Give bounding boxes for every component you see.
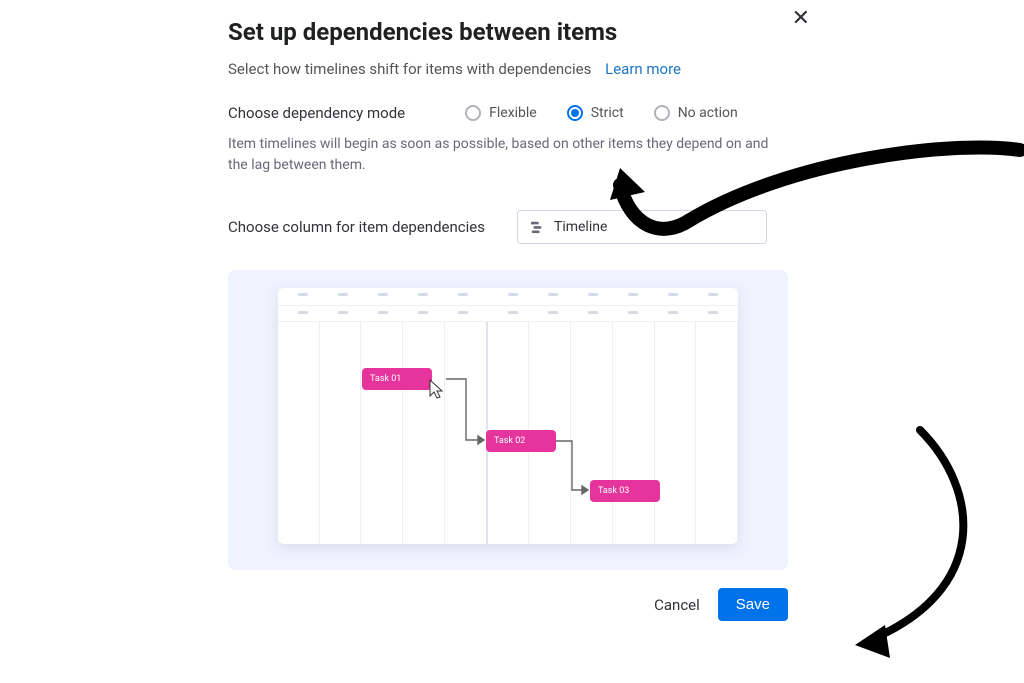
gantt-preview: Task 01 Task 02 Task 03: [278, 288, 738, 544]
task-bar-2: Task 02: [486, 430, 556, 452]
preview-panel: Task 01 Task 02 Task 03: [228, 270, 788, 570]
mode-label: Choose dependency mode: [228, 104, 405, 122]
radio-label: Strict: [591, 105, 624, 121]
close-button[interactable]: ✕: [792, 6, 810, 31]
radio-no-action[interactable]: No action: [654, 105, 738, 121]
radio-label: No action: [678, 105, 738, 121]
mode-row: Choose dependency mode Flexible Strict N…: [228, 104, 808, 122]
timeline-icon: [530, 220, 544, 234]
radio-flexible[interactable]: Flexible: [465, 105, 537, 121]
task-bar-1: Task 01: [362, 368, 432, 390]
save-button[interactable]: Save: [718, 588, 788, 621]
task-bar-3: Task 03: [590, 480, 660, 502]
column-row: Choose column for item dependencies Time…: [228, 210, 808, 244]
dependency-mode-radio-group: Flexible Strict No action: [465, 105, 738, 121]
learn-more-link[interactable]: Learn more: [605, 60, 681, 78]
mode-description: Item timelines will begin as soon as pos…: [228, 134, 788, 176]
cancel-button[interactable]: Cancel: [654, 596, 700, 614]
radio-strict[interactable]: Strict: [567, 105, 624, 121]
radio-label: Flexible: [489, 105, 537, 121]
modal-subtitle-row: Select how timelines shift for items wit…: [228, 60, 808, 78]
gantt-header: [278, 288, 738, 322]
column-label: Choose column for item dependencies: [228, 218, 485, 236]
dependencies-modal: ✕ Set up dependencies between items Sele…: [228, 18, 808, 621]
modal-title: Set up dependencies between items: [228, 18, 808, 46]
radio-circle-selected-icon: [567, 105, 583, 121]
modal-actions: Cancel Save: [228, 588, 788, 621]
modal-subtitle: Select how timelines shift for items wit…: [228, 60, 591, 78]
annotation-arrow-to-save: [800, 420, 1020, 670]
radio-circle-icon: [465, 105, 481, 121]
timeline-column-dropdown[interactable]: Timeline: [517, 210, 767, 244]
dropdown-value: Timeline: [554, 219, 607, 235]
radio-circle-icon: [654, 105, 670, 121]
dependency-arrow-1: [432, 368, 492, 448]
